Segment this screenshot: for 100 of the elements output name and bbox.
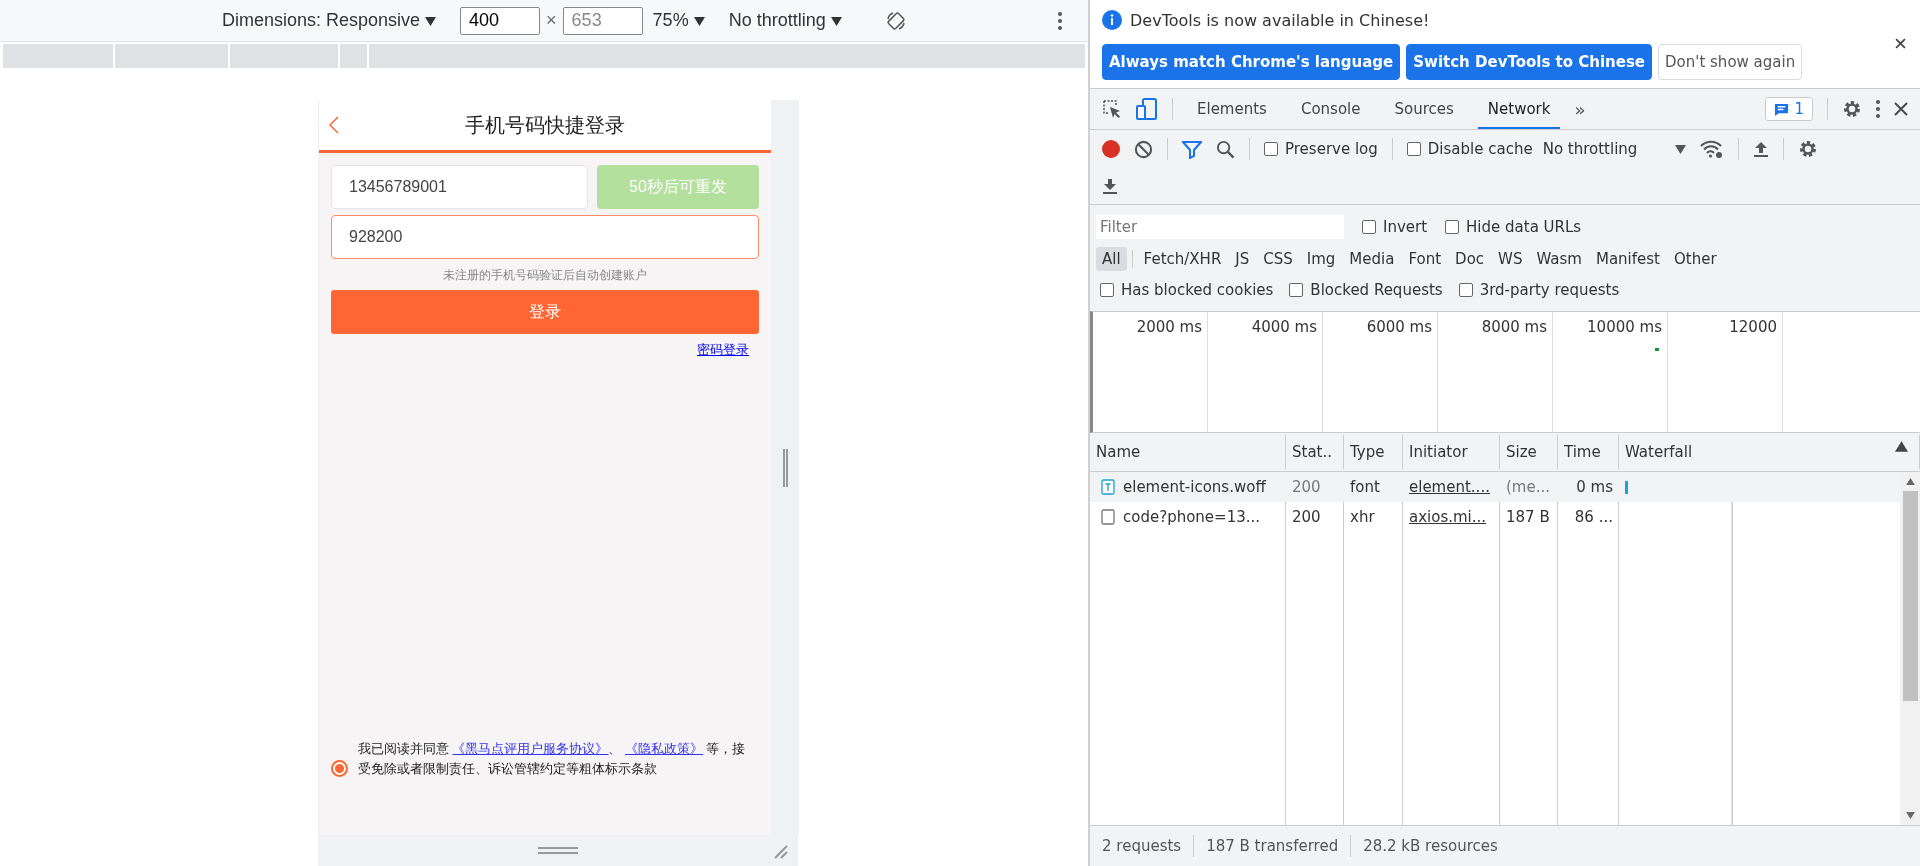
checkbox-label: 3rd-party requests [1479,281,1620,299]
phone-field[interactable]: 13456789001 [331,165,588,209]
checkbox-label: Preserve log [1285,140,1378,158]
throttling-dropdown[interactable]: No throttling [728,10,842,32]
font-file-icon [1101,479,1115,495]
banner-button[interactable]: Don't show again [1658,44,1803,80]
search-icon[interactable] [1216,139,1235,159]
password-login-link[interactable]: 密码登录 [697,341,749,359]
wifi-settings-icon[interactable] [1700,139,1725,159]
timeline-tick: 8000 ms [1481,318,1547,336]
dropdown-arrow-icon[interactable] [1675,144,1687,154]
checkbox-label: Blocked Requests [1310,281,1443,299]
type-filter[interactable]: Manifest [1589,247,1666,271]
checkbox[interactable] [1406,142,1421,156]
type-filter[interactable]: Font [1402,247,1448,271]
banner-button[interactable]: Always match Chrome's language [1102,44,1401,80]
column-header[interactable]: Type [1344,435,1403,469]
code-field[interactable]: 928200 [331,215,759,259]
checkbox[interactable] [1100,283,1114,297]
initiator-link[interactable]: axios.mi... [1409,508,1487,526]
devtools-tab[interactable]: Elements [1187,89,1277,129]
message-icon [1774,101,1790,117]
table-cell-text: 0 ms [1575,478,1614,496]
status-text: 2 requests [1102,837,1182,855]
inspect-icon[interactable] [1102,99,1122,119]
settings-icon[interactable] [1798,139,1819,159]
resize-handle[interactable] [782,448,788,487]
more-icon[interactable] [1058,11,1062,30]
sort-arrow-icon[interactable] [1895,441,1908,452]
page-title: 手机号码快捷登录 [465,111,625,139]
column-header[interactable]: Name [1090,435,1286,469]
type-filter[interactable]: All [1096,247,1127,271]
more-tabs-button[interactable]: » [1574,98,1586,120]
timeline-tick: 10000 ms [1587,318,1662,336]
devtools-tab[interactable]: Network [1477,89,1561,129]
back-icon[interactable] [329,116,339,134]
column-header[interactable]: Size [1500,435,1558,469]
type-filter[interactable]: CSS [1257,247,1299,271]
close-icon[interactable] [1894,102,1908,116]
devtools-tab[interactable]: Console [1290,89,1371,129]
checkbox-label: Has blocked cookies [1121,281,1274,299]
clear-icon[interactable] [1134,139,1153,159]
info-icon [1102,10,1122,30]
checkbox[interactable] [1264,142,1278,156]
column-header[interactable]: Initiator [1403,435,1500,469]
type-filter[interactable]: Wasm [1530,247,1588,271]
service-agreement-link[interactable]: 《黑马点评用户服务协议》 [452,742,609,756]
column-header[interactable]: Time [1558,435,1619,469]
waterfall-bar [1625,480,1628,494]
banner-message: DevTools is now available in Chinese! [1130,10,1430,30]
scroll-down-icon[interactable] [1905,812,1915,819]
checkbox[interactable] [1362,220,1376,234]
download-icon[interactable] [1102,177,1118,195]
devtools-tab[interactable]: Sources [1384,89,1464,129]
request-name[interactable]: code?phone=13... [1123,508,1261,526]
issues-button[interactable]: 1 [1765,97,1813,121]
caret-icon [693,17,705,27]
initiator-link[interactable]: element.... [1409,478,1490,496]
type-filter[interactable]: JS [1229,247,1256,271]
rotate-icon[interactable] [885,10,906,31]
type-filter[interactable]: Img [1300,247,1342,271]
checkbox[interactable] [1445,220,1460,234]
timeline-tick: 4000 ms [1251,318,1317,336]
zoom-dropdown[interactable]: 75% [652,10,705,32]
type-filter[interactable]: Other [1667,247,1723,271]
timeline-overview[interactable]: 2000 ms 4000 ms 6000 ms 8000 ms 10000 ms 12000 [1090,311,1920,433]
type-filter[interactable]: Doc [1449,247,1491,271]
agree-radio[interactable] [331,759,348,777]
checkbox-label: Hide data URLs [1466,218,1582,236]
filter-field[interactable]: Filter [1096,215,1344,239]
table-cell-text: (me... [1505,478,1551,496]
banner-button[interactable]: Switch DevTools to Chinese [1406,44,1653,80]
device-toolbar-icon[interactable] [1136,98,1158,120]
checkbox[interactable] [1289,283,1304,297]
type-filter[interactable]: Fetch/XHR [1137,247,1228,271]
status-text: 187 B transferred [1206,837,1339,855]
dimensions-dropdown[interactable]: Dimensions: Responsive [222,10,437,32]
record-button[interactable] [1102,140,1120,158]
width-field[interactable]: 400 [460,6,541,35]
table-cell-text: xhr [1349,508,1376,526]
status-text: 28.2 kB resources [1363,837,1498,855]
resize-handle[interactable] [538,847,578,854]
close-icon[interactable] [1895,38,1906,49]
more-icon[interactable] [1876,100,1880,118]
checkbox[interactable] [1458,283,1473,297]
upload-icon[interactable] [1753,140,1770,158]
caret-icon [425,17,437,27]
type-filter[interactable]: Media [1343,247,1401,271]
scroll-up-icon[interactable] [1905,478,1915,485]
column-header[interactable]: Stat.. [1286,435,1344,469]
settings-icon[interactable] [1842,99,1862,119]
request-name[interactable]: element-icons.woff [1123,478,1266,496]
checkbox-label: Disable cache [1427,140,1533,158]
privacy-policy-link[interactable]: 《隐私政策》 [624,742,703,756]
agreement-text: 我已阅读并同意 《黑马点评用户服务协议》、 《隐私政策》 等，接受免除或者限制责任、诉讼管辖约定等粗体标示条款 [358,741,747,778]
height-field[interactable]: 653 [562,6,643,35]
filter-icon[interactable] [1182,139,1202,159]
throttling-dropdown[interactable]: No throttling [1542,140,1638,158]
caret-icon [830,17,842,27]
type-filter[interactable]: WS [1492,247,1529,271]
